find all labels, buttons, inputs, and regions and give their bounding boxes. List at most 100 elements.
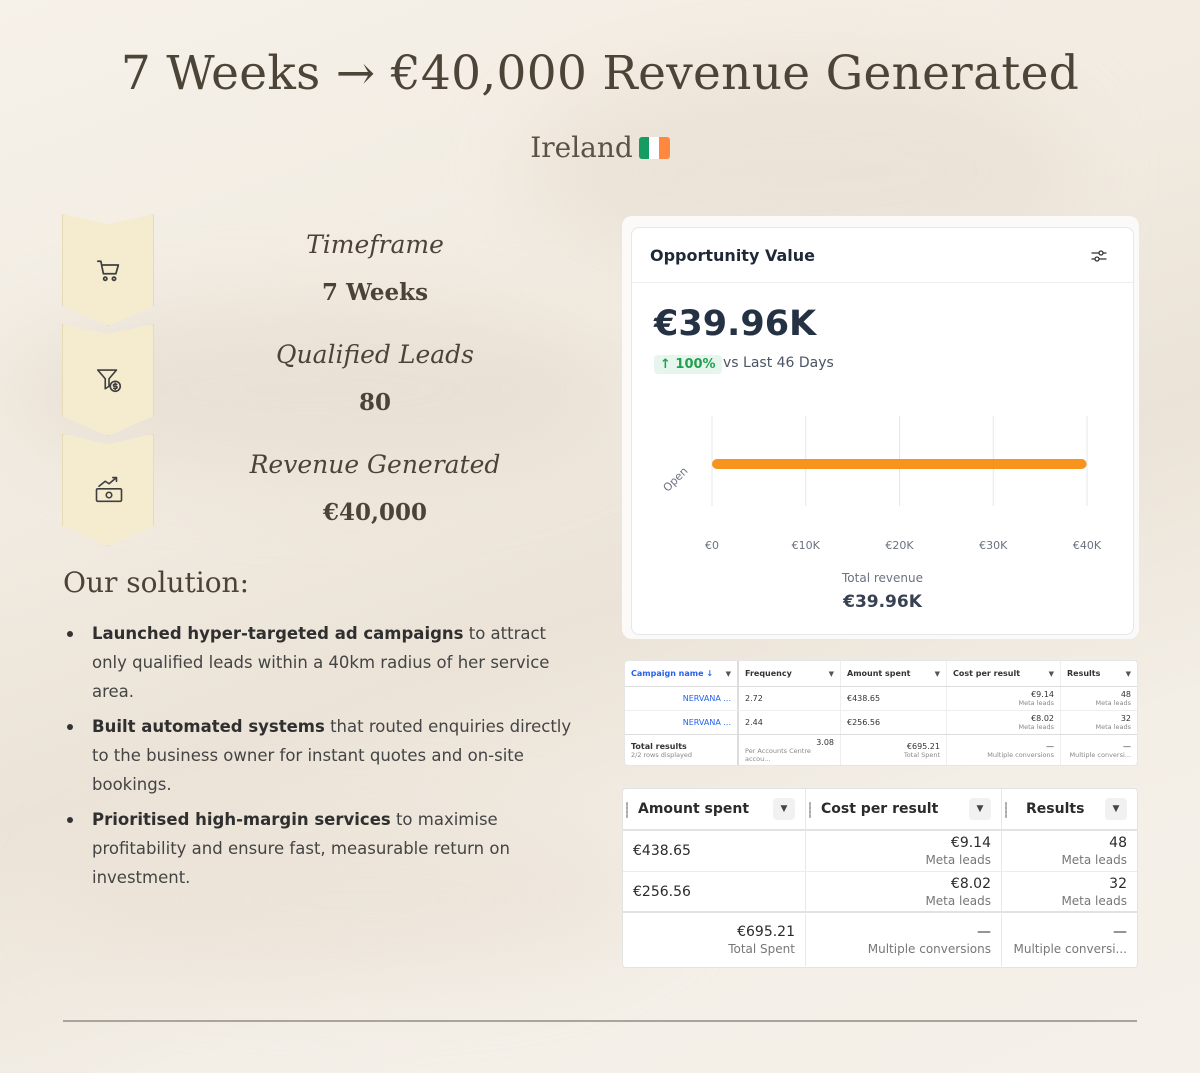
cell-sub: Meta leads xyxy=(1095,723,1131,731)
col-header-cost[interactable]: Cost per result ▼ xyxy=(806,789,1002,829)
y-category-label: Open xyxy=(661,465,691,495)
dropdown-icon[interactable]: ▼ xyxy=(1105,798,1127,820)
table-total-row: €695.21 Total Spent — Multiple conversions… xyxy=(623,914,1137,966)
cell-value: 48 xyxy=(1120,690,1131,699)
cell-value: €695.21 xyxy=(906,741,940,751)
cell-results: 32 Meta leads xyxy=(1002,872,1137,911)
stat-label-revenue: Revenue Generated xyxy=(249,450,501,479)
change-badge: ↑ 100% xyxy=(654,355,722,374)
cell-amount: €438.65 xyxy=(623,831,806,871)
col-header-label: Frequency xyxy=(745,669,792,678)
drag-handle-icon[interactable] xyxy=(626,802,628,818)
dropdown-icon[interactable]: ▼ xyxy=(829,670,834,678)
solution-item: Launched hyper-targeted ad campaigns to … xyxy=(64,619,584,706)
campaign-link[interactable]: NERVANA ... xyxy=(683,718,731,727)
total-label: Total results xyxy=(631,741,687,751)
cell-cost: €9.14 Meta leads xyxy=(806,831,1002,871)
cell-amount: €256.56 xyxy=(841,711,947,734)
ireland-flag-icon xyxy=(638,137,670,159)
cell-frequency: 2.72 xyxy=(739,687,841,710)
cell-value: €8.02 xyxy=(950,875,991,892)
solution-item: Prioritised high-margin services to maxi… xyxy=(64,805,584,892)
page-subtitle: Ireland xyxy=(0,131,1200,164)
cell-sub: Meta leads xyxy=(1018,699,1054,707)
ads-table-zoomed: Amount spent ▼ Cost per result ▼ Results ▼ … xyxy=(622,788,1138,968)
cell-sub: Multiple conversi... xyxy=(1069,750,1131,759)
opportunity-card: Opportunity Value €39.96K ↑ 100% vs Last… xyxy=(631,227,1134,635)
cell-amount: €438.65 xyxy=(841,687,947,710)
col-header-label: Amount spent xyxy=(638,801,750,817)
solution-item-bold: Launched hyper-targeted ad campaigns xyxy=(92,624,464,643)
cell-sub: 2/2 rows displayed xyxy=(631,750,693,759)
dropdown-icon[interactable]: ▼ xyxy=(773,798,795,820)
col-header-campaign[interactable]: Campaign name ↓ ▼ xyxy=(625,661,739,686)
footer-divider xyxy=(63,1020,1137,1022)
col-header-label: Cost per result xyxy=(821,801,939,817)
dropdown-icon[interactable]: ▼ xyxy=(726,670,731,678)
table-row[interactable]: €256.56 €8.02 Meta leads 32 Meta leads xyxy=(623,872,1137,913)
x-tick-label: €20K xyxy=(885,539,914,552)
x-tick-label: €40K xyxy=(1073,539,1102,552)
cell-sub: Meta leads xyxy=(1018,723,1054,731)
col-header-label: Amount spent xyxy=(847,669,911,678)
cell-campaign: NERVANA ... xyxy=(625,687,739,710)
col-header-label: Cost per result xyxy=(953,669,1021,678)
cell-results: — Multiple conversi... xyxy=(1002,914,1137,966)
col-header-frequency[interactable]: Frequency ▼ xyxy=(739,661,841,686)
cell-value: 3.08 xyxy=(816,737,834,747)
stat-badge-revenue xyxy=(62,434,154,546)
drag-handle-icon[interactable] xyxy=(809,802,811,818)
page-title: 7 Weeks → €40,000 Revenue Generated xyxy=(120,46,1080,101)
x-tick-label: €0 xyxy=(705,539,719,552)
cell-amount: €256.56 xyxy=(623,872,806,911)
dropdown-icon[interactable]: ▼ xyxy=(935,670,940,678)
total-revenue-value: €39.96K xyxy=(843,592,922,612)
col-header-amount[interactable]: Amount spent ▼ xyxy=(841,661,947,686)
col-header-cost[interactable]: Cost per result ▼ xyxy=(947,661,1061,686)
cell-results: 32 Meta leads xyxy=(1061,711,1137,734)
bar-open[interactable] xyxy=(712,459,1087,469)
cart-icon xyxy=(96,260,120,282)
cell-sub: Meta leads xyxy=(1095,699,1131,707)
stat-value-timeframe: 7 Weeks xyxy=(321,279,429,306)
cell-sub: Meta leads xyxy=(925,853,991,867)
cell-value: — xyxy=(1123,741,1131,751)
dropdown-icon[interactable]: ▼ xyxy=(1126,670,1131,678)
cell-sub: Total Spent xyxy=(903,750,940,759)
solution-title: Our solution: xyxy=(63,566,250,599)
table-row[interactable]: €438.65 €9.14 Meta leads 48 Meta leads xyxy=(623,831,1137,872)
table-row[interactable]: NERVANA ... 2.72 €438.65 €9.14 Meta leads… xyxy=(625,687,1137,711)
cell-value: €8.02 xyxy=(1031,714,1054,723)
table-row[interactable]: NERVANA ... 2.44 €256.56 €8.02 Meta leads… xyxy=(625,711,1137,735)
cell-sub: Total Spent xyxy=(728,942,795,956)
col-header-results[interactable]: Results ▼ xyxy=(1061,661,1137,686)
col-header-label: Results xyxy=(1026,801,1085,817)
cell-results: 48 Meta leads xyxy=(1061,687,1137,710)
cell-value: — xyxy=(977,924,991,940)
campaign-link[interactable]: NERVANA ... xyxy=(683,694,731,703)
cell-cost: €8.02 Meta leads xyxy=(947,711,1061,734)
cell-results: — Multiple conversi... xyxy=(1061,735,1137,765)
total-revenue-label: Total revenue xyxy=(842,571,923,585)
opportunity-card-header: Opportunity Value xyxy=(632,228,1133,283)
col-header-results[interactable]: Results ▼ xyxy=(1002,789,1137,829)
cell-value: €9.14 xyxy=(1031,690,1054,699)
cell-sub: Meta leads xyxy=(1061,853,1127,867)
filter-settings-icon[interactable] xyxy=(1091,248,1107,267)
cell-sub: Meta leads xyxy=(1061,893,1127,908)
cell-amount: €695.21 Total Spent xyxy=(841,735,947,765)
table-header-row: Amount spent ▼ Cost per result ▼ Results ▼ xyxy=(623,789,1137,831)
stat-badge-timeframe xyxy=(62,214,154,326)
cell-sub: Multiple conversions xyxy=(867,942,991,956)
col-header-amount[interactable]: Amount spent ▼ xyxy=(623,789,806,829)
cell-value: 32 xyxy=(1109,875,1127,892)
cell-value: €9.14 xyxy=(950,835,991,851)
cell-total-label: Total results 2/2 rows displayed xyxy=(625,735,739,765)
cell-value: — xyxy=(1113,924,1127,940)
cell-sub: Meta leads xyxy=(925,893,991,908)
opportunity-value: €39.96K xyxy=(654,304,817,344)
dropdown-icon[interactable]: ▼ xyxy=(969,798,991,820)
dropdown-icon[interactable]: ▼ xyxy=(1049,670,1054,678)
drag-handle-icon[interactable] xyxy=(1005,802,1007,818)
x-tick-label: €10K xyxy=(792,539,821,552)
